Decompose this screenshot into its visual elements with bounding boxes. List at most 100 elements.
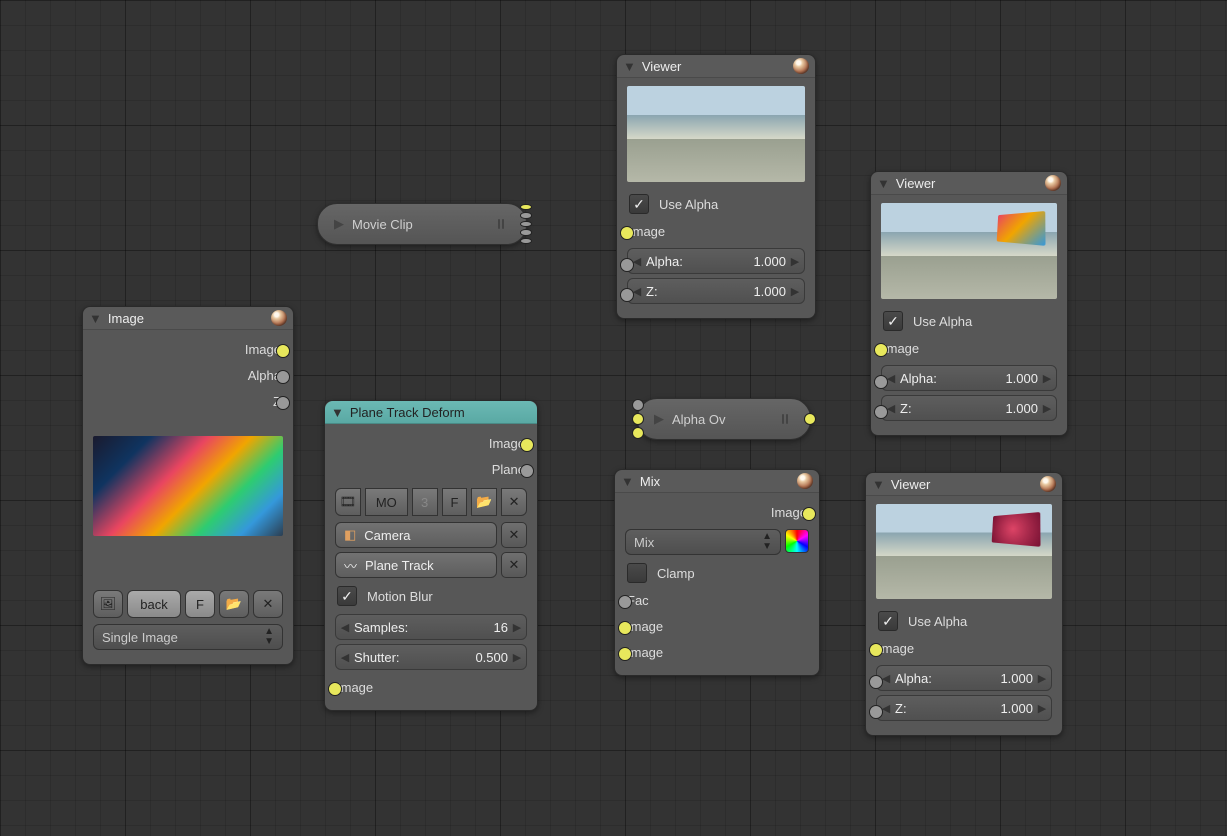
socket-out-2[interactable] <box>520 212 532 218</box>
node-header[interactable]: ▼ Plane Track Deform <box>325 401 537 424</box>
open-image-button[interactable]: 📂 <box>219 590 249 618</box>
preview-sphere-icon[interactable] <box>1040 476 1056 492</box>
expand-icon[interactable]: ▶ <box>334 216 344 232</box>
node-mix[interactable]: ▼ Mix Image Mix ▲▼ Clamp Fac Image Image <box>614 469 820 676</box>
image-source-select[interactable]: Single Image ▲▼ <box>93 624 283 650</box>
collapse-icon[interactable]: ▼ <box>623 59 636 74</box>
object-label: Camera <box>364 528 410 543</box>
chevron-right-icon[interactable]: ▶ <box>512 651 522 664</box>
socket-in-alpha[interactable] <box>874 375 888 389</box>
fake-user-button[interactable]: F <box>185 590 215 618</box>
socket-in-image2[interactable] <box>632 427 644 439</box>
clip-name-field[interactable]: MO <box>365 488 408 516</box>
fake-user-button[interactable]: F <box>442 488 468 516</box>
collapse-icon[interactable]: ▼ <box>872 477 885 492</box>
blend-mode-select[interactable]: Mix ▲▼ <box>625 529 781 555</box>
node-viewer-3[interactable]: ▼ Viewer Use Alpha Image ◀ Alpha: 1.000 … <box>865 472 1063 736</box>
unlink-image-button[interactable]: ✕ <box>253 590 283 618</box>
socket-out-image[interactable] <box>276 344 290 358</box>
preview-sphere-icon[interactable] <box>271 310 287 326</box>
node-viewer-2[interactable]: ▼ Viewer Use Alpha Image ◀ Alpha: 1.000 … <box>870 171 1068 436</box>
clamp-checkbox[interactable] <box>627 563 647 583</box>
chevron-left-icon[interactable]: ◀ <box>340 621 350 634</box>
socket-out-plane[interactable] <box>520 464 534 478</box>
socket-in-z[interactable] <box>874 405 888 419</box>
track-select[interactable]: 〰 Plane Track <box>335 552 497 578</box>
socket-in-image1[interactable] <box>632 413 644 425</box>
object-select[interactable]: ◧ Camera <box>335 522 497 548</box>
browse-image-button[interactable]: 🖼 <box>93 590 123 618</box>
alpha-field[interactable]: ◀ Alpha: 1.000 ▶ <box>881 365 1057 391</box>
node-header[interactable]: ▼ Viewer <box>866 473 1062 496</box>
z-field[interactable]: ◀ Z: 1.000 ▶ <box>881 395 1057 421</box>
socket-in-image1[interactable] <box>618 621 632 635</box>
collapse-icon[interactable]: ▼ <box>331 405 344 420</box>
socket-out-5[interactable] <box>520 238 532 244</box>
socket-out-3[interactable] <box>520 221 532 227</box>
socket-in-fac[interactable] <box>632 399 644 411</box>
chevron-right-icon[interactable]: ▶ <box>1042 402 1052 415</box>
socket-out-image[interactable] <box>520 438 534 452</box>
collapse-icon[interactable]: ▼ <box>877 176 890 191</box>
node-movie-clip[interactable]: ▶ Movie Clip <box>317 203 527 245</box>
socket-in-image[interactable] <box>869 643 883 657</box>
node-header[interactable]: ▼ Viewer <box>617 55 815 78</box>
browse-clip-button[interactable]: 🎞 <box>335 488 361 516</box>
alpha-field[interactable]: ◀ Alpha: 1.000 ▶ <box>876 665 1052 691</box>
node-header[interactable]: ▼ Image <box>83 307 293 330</box>
preview-sphere-icon[interactable] <box>1045 175 1061 191</box>
shutter-field[interactable]: ◀ Shutter: 0.500 ▶ <box>335 644 527 670</box>
preview-sphere-icon[interactable] <box>793 58 809 74</box>
node-alpha-over[interactable]: ▶ Alpha Ov <box>637 398 811 440</box>
alpha-field[interactable]: ◀ Alpha: 1.000 ▶ <box>627 248 805 274</box>
socket-in-z[interactable] <box>620 288 634 302</box>
node-header[interactable]: ▼ Mix <box>615 470 819 493</box>
socket-in-image[interactable] <box>620 226 634 240</box>
open-clip-button[interactable]: 📂 <box>471 488 497 516</box>
socket-in-alpha[interactable] <box>869 675 883 689</box>
preview-sphere-icon[interactable] <box>797 473 813 489</box>
socket-out-4[interactable] <box>520 229 532 235</box>
node-title: Plane Track Deform <box>350 405 531 420</box>
node-plane-track-deform[interactable]: ▼ Plane Track Deform Image Plane 🎞 MO 3 … <box>324 400 538 711</box>
collapse-icon[interactable]: ▼ <box>89 311 102 326</box>
z-field[interactable]: ◀ Z: 1.000 ▶ <box>627 278 805 304</box>
motion-blur-checkbox[interactable] <box>337 586 357 606</box>
use-alpha-checkbox[interactable] <box>883 311 903 331</box>
expand-icon[interactable]: ▶ <box>654 411 664 427</box>
socket-in-fac[interactable] <box>618 595 632 609</box>
use-alpha-checkbox[interactable] <box>629 194 649 214</box>
clear-track-button[interactable]: ✕ <box>501 552 527 578</box>
chevron-right-icon[interactable]: ▶ <box>1042 372 1052 385</box>
node-image[interactable]: ▼ Image Image Alpha Z 🖼 back F 📂 ✕ Singl… <box>82 306 294 665</box>
node-header[interactable]: ▼ Viewer <box>871 172 1067 195</box>
color-swatch-button[interactable] <box>785 529 809 553</box>
socket-in-image[interactable] <box>328 682 342 696</box>
chevron-right-icon[interactable]: ▶ <box>790 255 800 268</box>
use-alpha-checkbox[interactable] <box>878 611 898 631</box>
socket-out-alpha[interactable] <box>276 370 290 384</box>
socket-out-1[interactable] <box>520 204 532 210</box>
chevron-right-icon[interactable]: ▶ <box>1037 702 1047 715</box>
clip-users-button[interactable]: 3 <box>412 488 438 516</box>
chevron-right-icon[interactable]: ▶ <box>1037 672 1047 685</box>
socket-in-z[interactable] <box>869 705 883 719</box>
socket-in-image[interactable] <box>874 343 888 357</box>
socket-in-image2[interactable] <box>618 647 632 661</box>
node-viewer-1[interactable]: ▼ Viewer Use Alpha Image ◀ Alpha: 1.000 … <box>616 54 816 319</box>
image-name-field[interactable]: back <box>127 590 181 618</box>
socket-in-alpha[interactable] <box>620 258 634 272</box>
chevron-right-icon[interactable]: ▶ <box>512 621 522 634</box>
chevron-left-icon[interactable]: ◀ <box>340 651 350 664</box>
viewer-preview <box>876 504 1052 599</box>
z-field[interactable]: ◀ Z: 1.000 ▶ <box>876 695 1052 721</box>
socket-out-image[interactable] <box>802 507 816 521</box>
unlink-clip-button[interactable]: ✕ <box>501 488 527 516</box>
socket-out-image[interactable] <box>804 413 816 425</box>
clear-object-button[interactable]: ✕ <box>501 522 527 548</box>
socket-out-z[interactable] <box>276 396 290 410</box>
chevron-right-icon[interactable]: ▶ <box>790 285 800 298</box>
collapse-icon[interactable]: ▼ <box>621 474 634 489</box>
in-image1-label: Image <box>627 619 663 634</box>
samples-field[interactable]: ◀ Samples: 16 ▶ <box>335 614 527 640</box>
